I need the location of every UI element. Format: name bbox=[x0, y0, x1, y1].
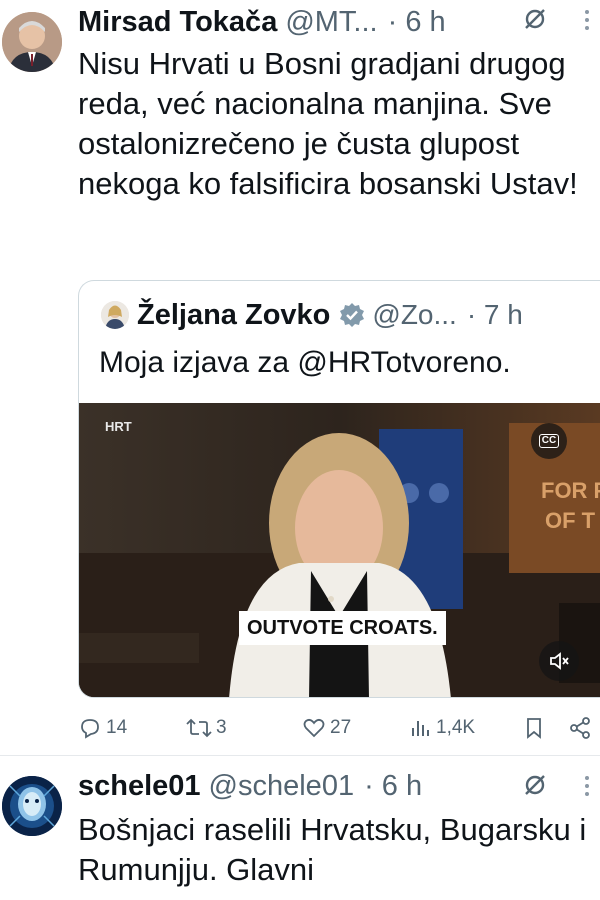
reply-count: 14 bbox=[106, 717, 128, 738]
reply-icon bbox=[78, 716, 102, 740]
video-caption: OUTVOTE CROATS. bbox=[239, 611, 446, 645]
quoted-tweet-header: Željana Zovko @Zo... · 7 h bbox=[101, 297, 600, 333]
captions-label: CC bbox=[538, 434, 560, 448]
mute-icon[interactable] bbox=[539, 641, 579, 681]
views-count: 1,4K bbox=[436, 717, 476, 738]
channel-logo: HRT bbox=[105, 419, 132, 434]
svg-text:OF T: OF T bbox=[545, 508, 596, 533]
tweet-divider bbox=[0, 755, 600, 756]
tweet-text: Nisu Hrvati u Bosni gradjani drugog reda… bbox=[78, 46, 578, 201]
grok-icon[interactable] bbox=[522, 6, 548, 39]
repost-button[interactable]: 3 bbox=[186, 710, 227, 746]
quoted-author-handle[interactable]: @Zo... bbox=[372, 299, 456, 331]
like-button[interactable]: 27 bbox=[302, 710, 351, 746]
video-frame: FOR F OF T bbox=[79, 403, 600, 697]
tweet-actions: 14 3 27 1,4K bbox=[78, 710, 600, 746]
quoted-tweet-time[interactable]: · 7 h bbox=[467, 299, 523, 331]
more-icon[interactable] bbox=[584, 6, 590, 34]
heart-icon bbox=[302, 716, 326, 740]
video-player[interactable]: FOR F OF T HRT CC OUTVOTE CROATS. bbox=[79, 403, 600, 697]
avatar[interactable] bbox=[2, 12, 62, 72]
tweet-time[interactable]: · 6 h bbox=[388, 6, 446, 39]
quoted-author-name[interactable]: Željana Zovko bbox=[137, 299, 330, 332]
verified-badge-icon bbox=[338, 301, 366, 329]
author-name[interactable]: Mirsad Tokača bbox=[78, 6, 277, 39]
author-handle[interactable]: @schele01 bbox=[209, 770, 355, 803]
quoted-tweet[interactable]: Željana Zovko @Zo... · 7 h Moja izjava z… bbox=[78, 280, 600, 698]
tweet-text: Bošnjaci raselili Hrvatsku, Bugarsku i R… bbox=[78, 812, 587, 887]
grok-icon[interactable] bbox=[522, 772, 548, 805]
views-icon bbox=[410, 716, 432, 740]
repost-icon bbox=[186, 716, 212, 740]
tweet-time[interactable]: · 6 h bbox=[364, 770, 422, 803]
reply-button[interactable]: 14 bbox=[78, 710, 127, 746]
tweet[interactable]: Mirsad Tokača @MT... · 6 h Nisu Hrvati u… bbox=[0, 0, 600, 755]
share-button[interactable] bbox=[568, 710, 592, 746]
share-icon bbox=[568, 716, 592, 740]
quoted-avatar[interactable] bbox=[101, 301, 129, 329]
author-name[interactable]: schele01 bbox=[78, 770, 201, 803]
like-count: 27 bbox=[330, 717, 352, 738]
author-handle[interactable]: @MT... bbox=[285, 6, 377, 39]
bookmark-icon bbox=[524, 716, 544, 740]
svg-text:FOR F: FOR F bbox=[541, 478, 600, 503]
quoted-tweet-text: Moja izjava za @HRTotvoreno. bbox=[99, 346, 511, 379]
captions-icon[interactable]: CC bbox=[531, 423, 567, 459]
more-icon[interactable] bbox=[584, 772, 590, 800]
views-button[interactable]: 1,4K bbox=[410, 710, 475, 746]
repost-count: 3 bbox=[216, 717, 227, 738]
bookmark-button[interactable] bbox=[524, 710, 544, 746]
avatar[interactable] bbox=[2, 776, 62, 836]
